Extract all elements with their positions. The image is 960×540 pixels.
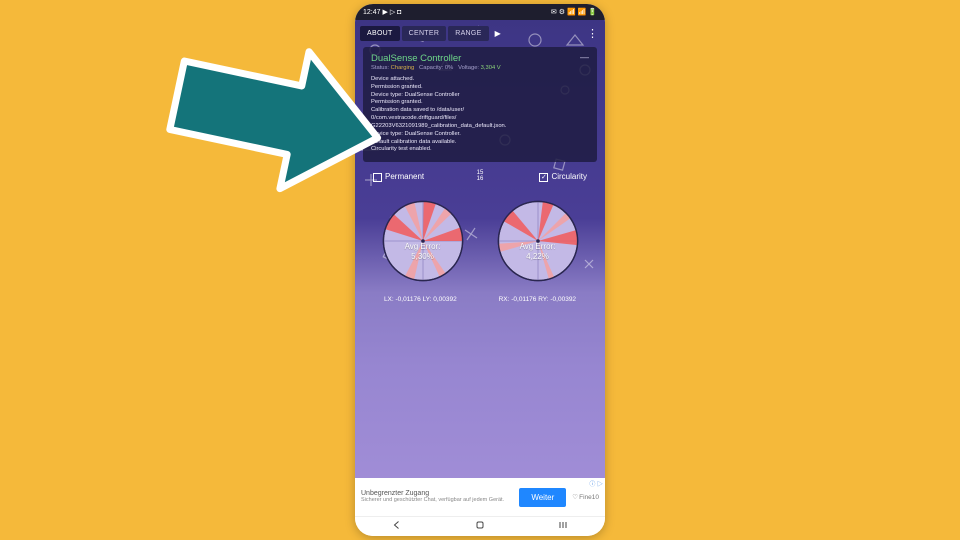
tab-next-icon[interactable]: ▶ bbox=[491, 29, 501, 38]
nav-recent-icon[interactable] bbox=[557, 518, 569, 536]
axis-readouts: LX: -0,01176 LY: 0,00392 RX: -0,01176 RY… bbox=[355, 290, 605, 309]
sample-counter: 1516 bbox=[477, 170, 484, 182]
right-stick-readout: RX: -0,01176 RY: -0,00392 bbox=[499, 296, 576, 303]
device-title: DualSense Controller bbox=[371, 53, 589, 64]
ad-brand: ♡ Fine10 bbox=[572, 493, 599, 501]
tab-bar: ABOUT CENTER RANGE ▶ ⋮ bbox=[355, 20, 605, 45]
status-icons: ✉ ⚙ 📶 📶 🔋 bbox=[551, 8, 597, 16]
clock: 12:47 ▶ ▷ ◘ bbox=[363, 8, 401, 16]
banner-ad[interactable]: ⓘ ▷ Unbegrenzter Zugang Sicherer und ges… bbox=[355, 478, 605, 516]
pointer-arrow bbox=[155, 30, 385, 200]
android-statusbar: 12:47 ▶ ▷ ◘ ✉ ⚙ 📶 📶 🔋 bbox=[355, 4, 605, 20]
circularity-checkbox[interactable]: ✓Circularity bbox=[539, 172, 587, 181]
overflow-menu-icon[interactable]: ⋮ bbox=[503, 27, 600, 40]
stick-visualizers: Avg Error: 5,30% Avg Error: 4,22% bbox=[355, 188, 605, 290]
nav-home-icon[interactable] bbox=[474, 518, 486, 536]
tab-center[interactable]: CENTER bbox=[402, 26, 447, 41]
minimize-icon[interactable]: — bbox=[580, 52, 589, 62]
phone-frame: 12:47 ▶ ▷ ◘ ✉ ⚙ 📶 📶 🔋 ABOUT bbox=[355, 4, 605, 536]
android-nav-bar bbox=[355, 516, 605, 536]
app-viewport: ABOUT CENTER RANGE ▶ ⋮ — DualSense Contr… bbox=[355, 20, 605, 516]
device-status-line: Status: Charging Capacity: 0% Voltage: 3… bbox=[371, 65, 589, 71]
log-output: Device attached.Permission granted.Devic… bbox=[371, 76, 589, 154]
tab-range[interactable]: RANGE bbox=[448, 26, 488, 41]
ad-text: Unbegrenzter Zugang Sicherer und geschüt… bbox=[361, 490, 513, 503]
options-row: 1516 Permanent ✓Circularity bbox=[355, 162, 605, 187]
left-stick-readout: LX: -0,01176 LY: 0,00392 bbox=[384, 296, 457, 303]
right-stick-circle: Avg Error: 4,22% bbox=[493, 196, 583, 286]
left-stick-circle: Avg Error: 5,30% bbox=[378, 196, 468, 286]
nav-back-icon[interactable] bbox=[391, 518, 403, 536]
ad-info-icon[interactable]: ⓘ ▷ bbox=[589, 479, 603, 488]
ad-cta-button[interactable]: Weiter bbox=[519, 488, 566, 507]
device-panel: — DualSense Controller Status: Charging … bbox=[363, 47, 597, 162]
